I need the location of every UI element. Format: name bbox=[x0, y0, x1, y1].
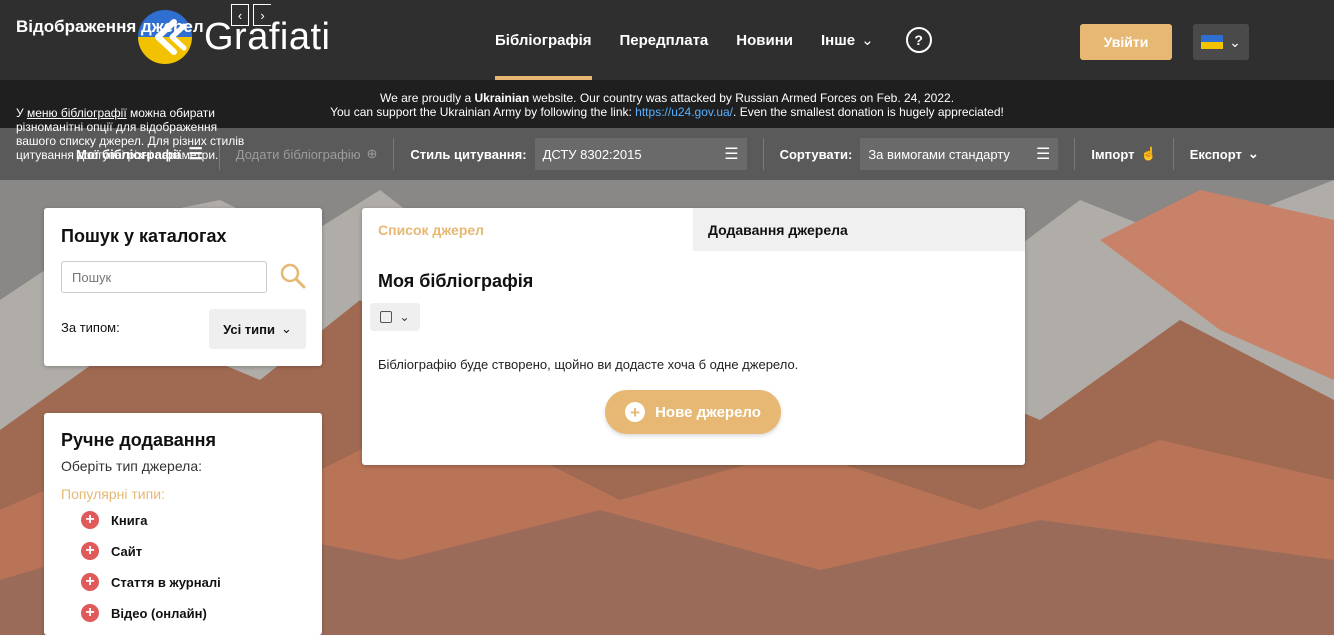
divider bbox=[1172, 138, 1174, 170]
banner-text: . Even the smallest donation is hugely a… bbox=[733, 105, 1004, 119]
new-source-button[interactable]: + Нове джерело bbox=[605, 390, 781, 434]
citation-style-select[interactable]: ДСТУ 8302:2015 ☰ bbox=[534, 138, 747, 170]
source-type-journal-article[interactable]: + Стаття в журналі bbox=[81, 573, 221, 591]
nav-bibliography[interactable]: Бібліографія bbox=[495, 0, 592, 80]
sort-control: Сортувати: За вимогами стандарту ☰ bbox=[780, 138, 1059, 170]
popular-types-list: + Книга + Сайт + Стаття в журналі + Відео (о… bbox=[81, 511, 221, 635]
previous-tip-button[interactable]: ‹ bbox=[231, 4, 249, 26]
search-input[interactable] bbox=[61, 261, 267, 293]
plus-circle-icon: + bbox=[81, 542, 99, 560]
plus-circle-icon: ⊕ bbox=[366, 146, 378, 161]
bibliography-menu-link[interactable]: меню бібліографії bbox=[27, 106, 127, 120]
top-header: Grafiati Бібліографія Передплата Новини … bbox=[0, 0, 1334, 80]
source-type-book[interactable]: + Книга bbox=[81, 511, 221, 529]
toolbar-label: Стиль цитування: bbox=[410, 146, 527, 162]
banner-text: website. Our country was attacked by Rus… bbox=[529, 91, 955, 105]
manual-card-title: Ручне додавання bbox=[61, 430, 217, 450]
nav-label: Передплата bbox=[619, 31, 709, 49]
bibliography-card: Список джерел Додавання джерела Моя бібл… bbox=[362, 208, 1025, 465]
tips-text: У меню бібліографії можна обирати різном… bbox=[16, 106, 256, 162]
source-type-label: Відео (онлайн) bbox=[111, 605, 207, 621]
popular-types-label: Популярні типи: bbox=[61, 486, 165, 502]
hand-pointer-icon: ☝ bbox=[1140, 146, 1157, 161]
nav-label: Інше bbox=[821, 31, 856, 49]
manual-add-card: Ручне додавання Оберіть тип джерела: Поп… bbox=[44, 413, 322, 635]
chevron-down-icon: ⌄ bbox=[861, 32, 874, 49]
bibliography-title: Моя бібліографія bbox=[378, 271, 534, 291]
catalog-search-card: Пошук у каталогах За типом: Усі типи ⌄ bbox=[44, 208, 322, 366]
language-selector[interactable]: ⌄ bbox=[1193, 24, 1249, 60]
empty-bibliography-message: Бібліографію буде створено, щойно ви дод… bbox=[378, 357, 799, 372]
chevron-right-icon: › bbox=[260, 7, 265, 23]
chevron-down-icon: ⌄ bbox=[1247, 146, 1259, 161]
toolbar-label: Сортувати: bbox=[779, 146, 853, 162]
type-filter-label: За типом: bbox=[61, 320, 120, 335]
nav-subscription[interactable]: Передплата bbox=[620, 0, 709, 80]
citation-style-control: Стиль цитування: ДСТУ 8302:2015 ☰ bbox=[410, 138, 747, 170]
divider bbox=[762, 138, 764, 170]
tips-text-part: У bbox=[16, 106, 27, 120]
chevron-down-icon: ⌄ bbox=[399, 310, 410, 324]
divider bbox=[1074, 138, 1076, 170]
add-bibliography-button[interactable]: Додати бібліографію ⊕ bbox=[236, 138, 378, 170]
select-all-checkbox-dropdown[interactable]: ⌄ bbox=[370, 303, 420, 331]
tab-add-source[interactable]: Додавання джерела bbox=[693, 208, 1025, 251]
chevron-left-icon: ‹ bbox=[237, 7, 243, 23]
source-type-label: Сайт bbox=[111, 543, 143, 559]
banner-line-1: We are proudly a Ukrainian website. Our … bbox=[0, 91, 1334, 105]
source-type-website[interactable]: + Сайт bbox=[81, 542, 221, 560]
source-type-label: Книга bbox=[111, 512, 148, 528]
plus-circle-icon: + bbox=[81, 604, 99, 622]
checkbox-icon bbox=[380, 311, 393, 323]
export-button[interactable]: Експорт ⌄ bbox=[1190, 138, 1259, 170]
banner-text: We are proudly a bbox=[379, 91, 475, 105]
nav-label: Бібліографія bbox=[495, 31, 592, 49]
ukraine-flag-icon bbox=[1201, 35, 1224, 49]
source-type-prompt: Оберіть тип джерела: bbox=[61, 458, 203, 474]
divider bbox=[393, 138, 395, 170]
nav-other[interactable]: Інше ⌄ bbox=[821, 0, 874, 80]
main-nav: Бібліографія Передплата Новини Інше ⌄ ? bbox=[495, 0, 932, 80]
import-button[interactable]: Імпорт ☝ bbox=[1091, 138, 1156, 170]
select-value: За вимогами стандарту bbox=[868, 146, 1010, 162]
plus-circle-icon: + bbox=[81, 573, 99, 591]
toolbar-label: Імпорт bbox=[1091, 146, 1135, 162]
plus-circle-icon: + bbox=[81, 511, 99, 529]
hamburger-icon: ☰ bbox=[1035, 146, 1051, 163]
banner-text: You can support the Ukrainian Army by fo… bbox=[330, 105, 636, 119]
toolbar-label: Експорт bbox=[1189, 146, 1242, 162]
button-label: Нове джерело bbox=[655, 403, 761, 421]
help-icon[interactable]: ? bbox=[905, 27, 932, 53]
nav-news[interactable]: Новини bbox=[736, 0, 793, 80]
hamburger-icon: ☰ bbox=[724, 146, 739, 163]
source-type-online-video[interactable]: + Відео (онлайн) bbox=[81, 604, 221, 622]
sort-select[interactable]: За вимогами стандарту ☰ bbox=[860, 138, 1059, 170]
chevron-down-icon: ⌄ bbox=[1229, 33, 1241, 50]
search-card-title: Пошук у каталогах bbox=[61, 226, 227, 246]
donation-link[interactable]: https://u24.gov.ua/ bbox=[635, 105, 733, 119]
plus-circle-icon: + bbox=[625, 402, 646, 422]
search-icon[interactable] bbox=[280, 263, 306, 289]
select-value: Усі типи bbox=[223, 321, 276, 337]
tips-title: Відображення джерел bbox=[16, 17, 204, 36]
type-filter-select[interactable]: Усі типи ⌄ bbox=[209, 309, 306, 349]
nav-label: Новини bbox=[736, 31, 793, 49]
next-tip-button[interactable]: › bbox=[253, 4, 271, 26]
select-value: ДСТУ 8302:2015 bbox=[542, 146, 642, 162]
banner-text-bold: Ukrainian bbox=[474, 91, 530, 105]
source-type-label: Стаття в журналі bbox=[111, 574, 221, 590]
chevron-down-icon: ⌄ bbox=[281, 321, 292, 336]
tab-source-list[interactable]: Список джерел bbox=[362, 208, 693, 251]
login-button[interactable]: Увійти bbox=[1080, 24, 1172, 60]
